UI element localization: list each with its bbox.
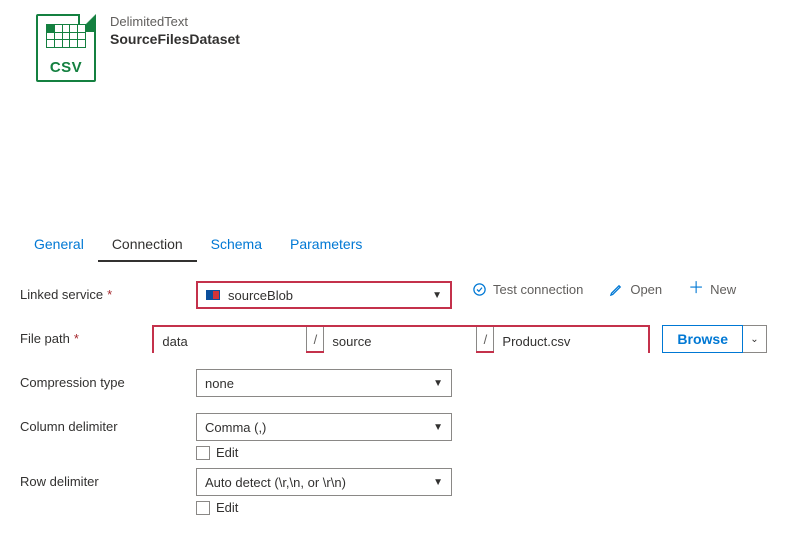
csv-icon-label: CSV	[38, 59, 94, 76]
open-button[interactable]: Open	[609, 282, 662, 297]
required-asterisk: *	[74, 331, 79, 346]
chevron-down-icon: ▼	[433, 477, 443, 488]
new-button[interactable]: ＋ New	[688, 281, 736, 297]
column-delimiter-value: Comma (,)	[205, 420, 266, 435]
tabs: General Connection Schema Parameters	[20, 230, 787, 263]
test-connection-icon	[472, 282, 487, 297]
row-delimiter-value: Auto detect (\r,\n, or \r\n)	[205, 475, 346, 490]
row-delimiter-label: Row delimiter	[20, 468, 196, 489]
dataset-type: DelimitedText	[110, 14, 240, 29]
file-path-directory-input[interactable]: source	[324, 327, 476, 355]
compression-type-label: Compression type	[20, 369, 196, 390]
column-delimiter-edit-checkbox[interactable]: Edit	[196, 445, 452, 460]
compression-type-value: none	[205, 376, 234, 391]
connection-form: Linked service * sourceBlob ▼ Test conne…	[0, 281, 787, 515]
tab-connection[interactable]: Connection	[98, 230, 197, 262]
chevron-down-icon: ▼	[433, 422, 443, 433]
file-path-file-input[interactable]: Product.csv	[494, 327, 648, 355]
plus-icon: ＋	[688, 281, 704, 297]
linked-service-value: sourceBlob	[228, 288, 293, 303]
checkbox-icon	[196, 446, 210, 460]
test-connection-button[interactable]: Test connection	[472, 282, 583, 297]
tab-parameters[interactable]: Parameters	[276, 230, 376, 262]
row-delimiter-edit-checkbox[interactable]: Edit	[196, 500, 452, 515]
chevron-down-icon: ▼	[433, 378, 443, 389]
linked-service-label: Linked service *	[20, 281, 196, 302]
tab-schema[interactable]: Schema	[197, 230, 276, 262]
required-asterisk: *	[107, 287, 112, 302]
column-delimiter-label: Column delimiter	[20, 413, 196, 434]
dataset-header: CSV DelimitedText SourceFilesDataset	[0, 0, 787, 82]
chevron-down-icon: ⌄	[750, 334, 758, 345]
file-path-label: File path *	[20, 325, 152, 346]
file-path-container-input[interactable]: data	[154, 327, 306, 355]
row-delimiter-select[interactable]: Auto detect (\r,\n, or \r\n) ▼	[196, 468, 452, 496]
chevron-down-icon: ▼	[432, 290, 442, 301]
storage-icon	[206, 290, 220, 300]
linked-service-select[interactable]: sourceBlob ▼	[196, 281, 452, 309]
tab-general[interactable]: General	[20, 230, 98, 262]
path-separator: /	[306, 327, 324, 351]
dataset-name: SourceFilesDataset	[110, 31, 240, 47]
column-delimiter-select[interactable]: Comma (,) ▼	[196, 413, 452, 441]
path-separator: /	[476, 327, 494, 351]
browse-dropdown-button[interactable]: ⌄	[743, 325, 767, 353]
pencil-icon	[609, 282, 624, 297]
compression-type-select[interactable]: none ▼	[196, 369, 452, 397]
checkbox-icon	[196, 501, 210, 515]
csv-file-icon: CSV	[36, 14, 96, 82]
file-path-input-group: data / source / Product.csv	[152, 325, 650, 353]
browse-button[interactable]: Browse	[662, 325, 743, 353]
